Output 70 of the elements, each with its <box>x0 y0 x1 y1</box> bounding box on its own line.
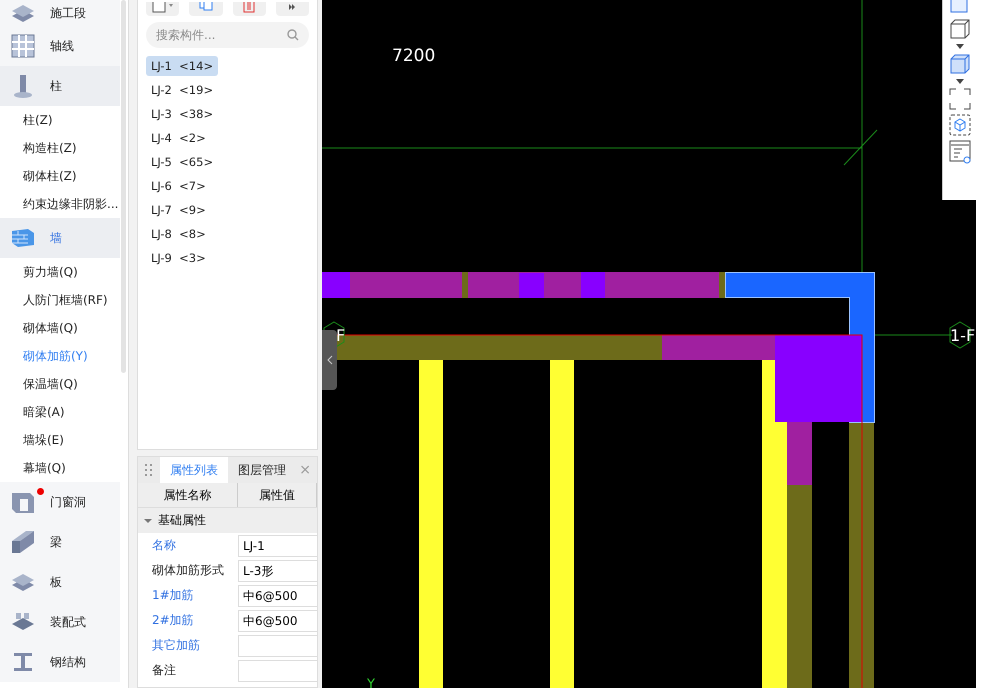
component-type-item[interactable]: 砌体柱(Z) <box>0 162 120 190</box>
property-value-field[interactable] <box>238 634 317 656</box>
grid-icon <box>10 33 36 59</box>
category-item[interactable]: 施工段 <box>0 0 120 26</box>
copy-button[interactable] <box>189 2 222 16</box>
property-name: 备注 <box>151 662 177 679</box>
cube-selection-icon[interactable] <box>948 114 970 136</box>
search-icon <box>287 29 299 41</box>
new-component-button[interactable] <box>146 2 180 16</box>
3d-view-icon[interactable] <box>950 0 970 14</box>
search-field[interactable]: 搜索构件... <box>146 22 309 48</box>
drag-handle-icon[interactable] <box>144 462 154 478</box>
property-name: 其它加筋 <box>151 637 201 654</box>
collapse-handle[interactable] <box>322 330 337 390</box>
category-item[interactable]: 板 <box>0 562 120 602</box>
property-name: 1#加筋 <box>151 587 195 604</box>
component-type-item[interactable]: 幕墙(Q) <box>0 454 120 482</box>
category-item[interactable]: 轴线 <box>0 26 120 66</box>
cube-icon[interactable] <box>948 53 970 75</box>
component-type-item[interactable]: 暗梁(A) <box>0 398 120 426</box>
component-list-item[interactable]: LJ-1 <14> <box>146 56 218 76</box>
delete-icon <box>243 2 256 14</box>
component-type-item[interactable]: 人防门框墙(RF) <box>0 286 120 314</box>
scrollbar[interactable] <box>121 0 126 373</box>
caret-icon[interactable] <box>956 79 964 84</box>
component-type-item[interactable]: 砌体墙(Q) <box>0 314 120 342</box>
component-list-item[interactable]: LJ-9 <3> <box>146 248 211 268</box>
dimension-label: 7200 <box>392 46 436 66</box>
component-type-item[interactable]: 柱(Z) <box>0 106 120 134</box>
component-type-item[interactable]: 墙垛(E) <box>0 426 120 454</box>
component-list-item[interactable]: LJ-2 <19> <box>146 80 218 100</box>
fit-view-icon[interactable] <box>948 88 970 110</box>
component-type-item[interactable]: 保温墙(Q) <box>0 370 120 398</box>
component-list-item[interactable]: LJ-6 <7> <box>146 176 211 196</box>
property-value-field[interactable]: 中6@500 <box>238 610 317 632</box>
component-list-item[interactable]: LJ-7 <9> <box>146 200 211 220</box>
component-type-item[interactable]: 砌体加筋(Y) <box>0 342 120 370</box>
category-item[interactable]: 柱 <box>0 66 120 106</box>
more-button[interactable] <box>276 2 309 16</box>
beam-icon <box>10 529 36 555</box>
panel-tab[interactable]: 图层管理 <box>228 457 296 483</box>
chevron-left-icon <box>326 355 332 365</box>
property-value-field[interactable] <box>238 660 317 682</box>
component-type-item[interactable]: 约束边缘非阴影... <box>0 190 120 218</box>
component-list-item[interactable]: LJ-8 <8> <box>146 224 211 244</box>
category-item[interactable]: 门窗洞 <box>0 482 120 522</box>
cad-drawing[interactable]: 7200 F 1-F Y <box>322 0 976 688</box>
category-item[interactable]: 墙 <box>0 218 120 258</box>
property-value-field[interactable]: LJ-1 <box>238 534 317 556</box>
property-group-header[interactable]: 基础属性 <box>138 507 317 533</box>
axis-label: Y <box>367 677 375 688</box>
component-type-item[interactable]: 构造柱(Z) <box>0 134 120 162</box>
list-view-icon[interactable] <box>948 140 970 164</box>
panel-tab[interactable]: 属性列表 <box>160 457 228 483</box>
component-list-item[interactable]: LJ-3 <38> <box>146 104 218 124</box>
category-item[interactable]: 梁 <box>0 522 120 562</box>
property-value-field[interactable]: 中6@500 <box>238 584 317 606</box>
component-list-item[interactable]: LJ-4 <2> <box>146 128 211 148</box>
cube-icon[interactable] <box>948 18 970 40</box>
component-type-item[interactable]: 剪力墙(Q) <box>0 258 120 286</box>
caret-icon[interactable] <box>956 44 964 49</box>
property-name: 2#加筋 <box>151 612 195 629</box>
component-list-item[interactable]: LJ-5 <65> <box>146 152 218 172</box>
category-item[interactable]: 钢结构 <box>0 642 120 682</box>
property-name: 砌体加筋形式 <box>151 562 225 579</box>
category-item[interactable]: 装配式 <box>0 602 120 642</box>
expand-caret-icon <box>144 516 152 524</box>
property-name: 名称 <box>151 537 177 554</box>
delete-button[interactable] <box>232 2 266 16</box>
property-value-field[interactable]: L-3形 <box>238 560 317 582</box>
